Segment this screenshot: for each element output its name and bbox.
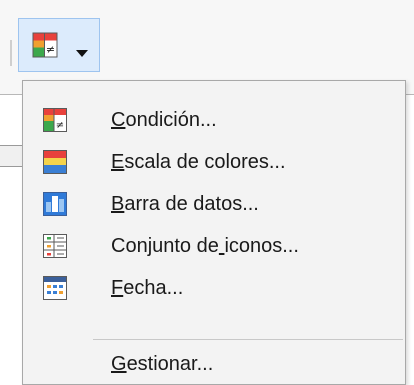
sheet-cell: [0, 146, 24, 166]
chevron-down-icon: [76, 45, 88, 63]
conditional-format-dropdown-button[interactable]: ≠: [18, 18, 100, 72]
condition-icon: ≠: [43, 108, 67, 132]
menu-item-icon-set[interactable]: Conjunto de iconos...: [23, 226, 405, 266]
menu-item-date[interactable]: Fecha...: [23, 268, 405, 308]
menu-item-label: Gestionar...: [111, 353, 214, 375]
date-icon: [43, 276, 67, 300]
menu-item-condition[interactable]: ≠ Condición...: [23, 100, 405, 140]
conditional-format-icon: ≠: [32, 32, 58, 63]
menu-item-color-scale[interactable]: Escala de colores...: [23, 142, 405, 182]
toolbar-separator: [10, 40, 12, 66]
icon-set-icon: [43, 234, 67, 258]
menu-item-label: Barra de datos...: [111, 193, 259, 215]
menu-item-label: Condición...: [111, 109, 217, 131]
svg-text:≠: ≠: [56, 120, 64, 131]
svg-text:≠: ≠: [46, 43, 55, 56]
menu-item-label: Fecha...: [111, 277, 184, 299]
menu-item-label: Conjunto de iconos...: [111, 235, 299, 257]
menu-item-label: Escala de colores...: [111, 151, 286, 173]
conditional-format-menu: ≠ Condición... Escala de colores... Barr…: [22, 80, 406, 385]
menu-item-data-bar[interactable]: Barra de datos...: [23, 184, 405, 224]
menu-separator: [93, 339, 403, 340]
color-scale-icon: [43, 150, 67, 174]
data-bar-icon: [43, 192, 67, 216]
menu-item-manage[interactable]: Gestionar...: [23, 344, 405, 384]
